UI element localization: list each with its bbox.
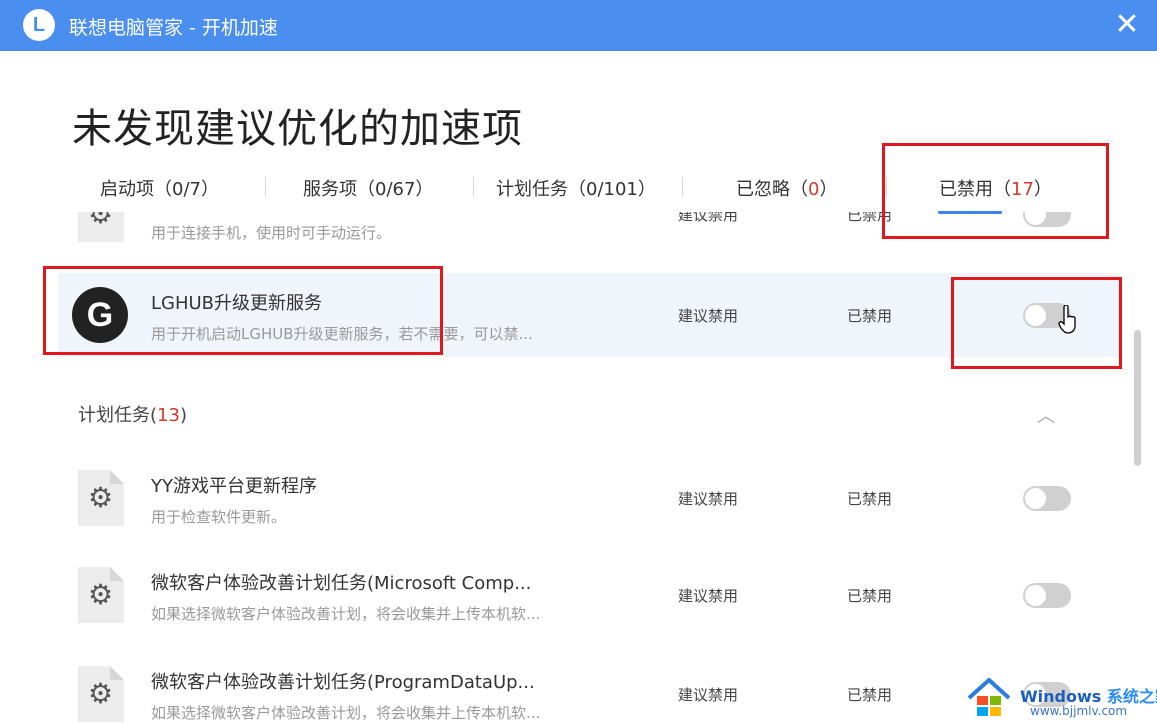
list-item: ⚙ 微软客户体验改善计划任务(ProgramDataUp... 如果选择微软客户… bbox=[58, 652, 1120, 724]
page-heading: 未发现建议优化的加速项 bbox=[72, 106, 523, 152]
list-item: ⚙ 微软客户体验改善计划任务(Microsoft Comp... 如果选择微软客… bbox=[58, 553, 1120, 637]
watermark: Windows 系统之家 www.bjjmlv.com bbox=[966, 671, 1157, 723]
item-description: 用于检查软件更新。 bbox=[151, 508, 287, 526]
item-suggestion: 建议禁用 bbox=[678, 587, 739, 605]
tab-divider bbox=[682, 177, 683, 197]
annotation-box bbox=[882, 143, 1109, 239]
item-suggestion: 建议禁用 bbox=[678, 307, 739, 325]
item-description: 如果选择微软客户体验改善计划，将会收集并上传本机软... bbox=[151, 704, 541, 722]
file-icon: ⚙ bbox=[78, 567, 124, 623]
tab-ignored[interactable]: 已忽略（0） bbox=[736, 175, 837, 201]
item-status: 已禁用 bbox=[847, 490, 893, 508]
house-logo-icon bbox=[967, 678, 1011, 716]
window-title: 联想电脑管家 - 开机加速 bbox=[69, 17, 278, 39]
tab-suffix: ） bbox=[200, 179, 219, 200]
tab-suffix: ） bbox=[637, 179, 656, 200]
tab-label: 计划任务（ bbox=[496, 179, 586, 200]
section-header-scheduled-tasks: 计划任务(13) bbox=[78, 401, 187, 427]
item-status: 已禁用 bbox=[847, 307, 893, 325]
annotation-box bbox=[951, 277, 1122, 369]
section-paren: ( bbox=[150, 405, 158, 426]
tab-label: 已忽略（ bbox=[736, 179, 808, 200]
item-name: 微软客户体验改善计划任务(Microsoft Comp... bbox=[151, 573, 532, 594]
scrollbar[interactable] bbox=[1134, 330, 1141, 466]
toggle-knob bbox=[1025, 585, 1046, 606]
item-description: 如果选择微软客户体验改善计划，将会收集并上传本机软... bbox=[151, 605, 541, 623]
tab-count: 0/7 bbox=[172, 179, 201, 200]
item-suggestion: 建议禁用 bbox=[678, 212, 739, 224]
file-icon: ⚙ bbox=[78, 666, 124, 722]
tab-count: 0 bbox=[808, 179, 820, 200]
tab-divider bbox=[473, 177, 474, 197]
title-bar: L 联想电脑管家 - 开机加速 ✕ bbox=[0, 0, 1157, 51]
tab-count: 0/67 bbox=[375, 179, 416, 200]
file-icon: ⚙ bbox=[78, 212, 124, 242]
gear-icon: ⚙ bbox=[88, 578, 114, 611]
gear-icon: ⚙ bbox=[88, 212, 114, 230]
chevron-up-icon[interactable]: ︿ bbox=[1037, 402, 1055, 428]
enable-toggle[interactable] bbox=[1023, 583, 1071, 608]
close-button[interactable]: ✕ bbox=[1110, 8, 1144, 42]
item-description: 用于连接手机，使用时可手动运行。 bbox=[151, 224, 392, 242]
lenovo-logo-icon: L bbox=[23, 9, 55, 41]
annotation-box bbox=[43, 266, 443, 355]
gear-icon: ⚙ bbox=[88, 677, 114, 710]
tab-label: 服务项（ bbox=[303, 179, 375, 200]
tab-suffix: ） bbox=[415, 179, 434, 200]
file-icon: ⚙ bbox=[78, 470, 124, 526]
watermark-url: www.bjjmlv.com bbox=[1030, 704, 1128, 718]
item-status: 已禁用 bbox=[847, 686, 893, 704]
section-paren: ) bbox=[179, 405, 187, 426]
gear-icon: ⚙ bbox=[88, 481, 114, 514]
item-name: 微软客户体验改善计划任务(ProgramDataUp... bbox=[151, 672, 535, 693]
hand-cursor-icon bbox=[1058, 305, 1076, 334]
item-status: 已禁用 bbox=[847, 587, 893, 605]
tab-services[interactable]: 服务项（0/67） bbox=[303, 175, 433, 201]
item-suggestion: 建议禁用 bbox=[678, 686, 739, 704]
tab-count: 0/101 bbox=[586, 179, 638, 200]
item-suggestion: 建议禁用 bbox=[678, 490, 739, 508]
enable-toggle[interactable] bbox=[1023, 486, 1071, 511]
tab-label: 启动项（ bbox=[100, 179, 172, 200]
tab-divider bbox=[265, 177, 266, 197]
tab-scheduled-tasks[interactable]: 计划任务（0/101） bbox=[496, 175, 656, 201]
section-label: 计划任务 bbox=[78, 405, 150, 426]
list-item: ⚙ YY游戏平台更新程序 用于检查软件更新。 建议禁用 已禁用 bbox=[58, 456, 1120, 540]
toggle-knob bbox=[1025, 488, 1046, 509]
item-name: YY游戏平台更新程序 bbox=[151, 476, 317, 497]
section-count: 13 bbox=[157, 405, 180, 426]
tab-suffix: ） bbox=[819, 179, 838, 200]
tab-startup[interactable]: 启动项（0/7） bbox=[100, 175, 219, 201]
